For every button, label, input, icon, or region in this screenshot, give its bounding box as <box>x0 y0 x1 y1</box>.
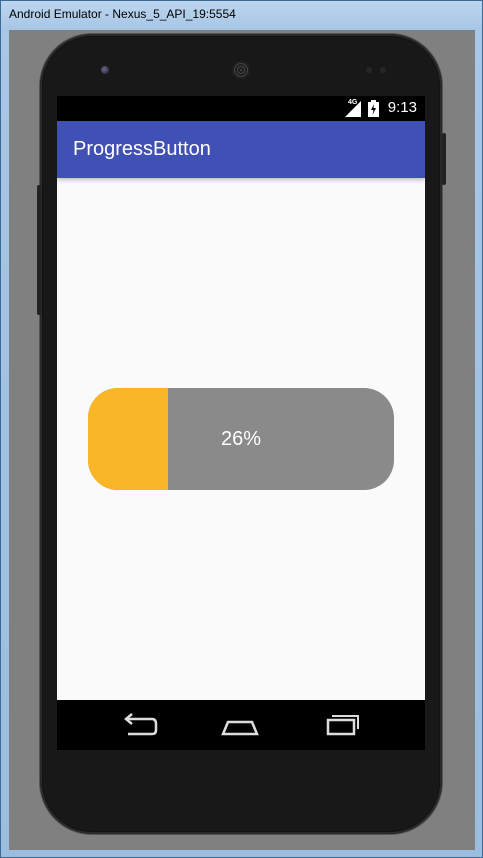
battery-icon <box>368 100 379 117</box>
status-time: 9:13 <box>387 99 417 116</box>
progress-label: 26% <box>221 428 262 450</box>
home-button[interactable] <box>221 710 261 740</box>
device-screen: 4G 9:13 ProgressButton 26% <box>57 96 425 750</box>
recents-icon <box>326 715 359 736</box>
window-title: Android Emulator - Nexus_5_API_19:5554 <box>9 7 236 21</box>
back-button[interactable] <box>118 710 158 740</box>
volume-button[interactable] <box>442 133 446 185</box>
navigation-bar <box>57 700 425 750</box>
front-camera <box>101 66 109 74</box>
app-bar: ProgressButton <box>57 121 425 178</box>
back-arrow-icon <box>124 713 158 736</box>
main-content: 26% <box>57 178 425 700</box>
power-button[interactable] <box>37 185 41 315</box>
app-title: ProgressButton <box>73 138 211 160</box>
recents-button[interactable] <box>322 710 362 740</box>
home-icon <box>221 720 259 736</box>
signal-icon <box>345 101 361 117</box>
status-bar: 4G 9:13 <box>57 96 425 121</box>
earpiece-speaker <box>232 61 250 79</box>
proximity-sensor <box>366 67 372 73</box>
progress-fill <box>88 388 168 490</box>
progress-button[interactable]: 26% <box>88 388 394 490</box>
light-sensor <box>380 67 386 73</box>
